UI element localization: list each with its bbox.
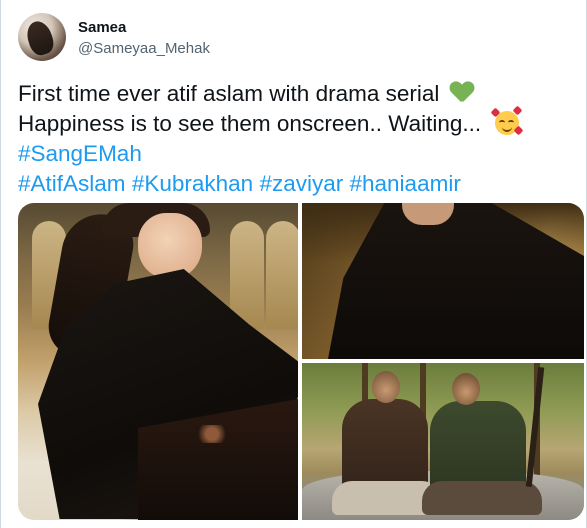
hashtag-kubrakhan[interactable]: #Kubrakhan — [132, 171, 253, 196]
author-avatar[interactable] — [18, 13, 66, 61]
card-border-left — [0, 0, 1, 528]
hashtag-sangemah[interactable]: #SangEMah — [18, 141, 142, 166]
author-display-name[interactable]: Samea — [78, 19, 126, 36]
tweet-line-4: #AtifAslam #Kubrakhan #zaviyar #haniaami… — [18, 169, 573, 199]
media-photo-3[interactable] — [302, 363, 584, 520]
tweet-text-line-1: First time ever atif aslam with drama se… — [18, 81, 440, 106]
green-heart-icon — [450, 82, 474, 104]
tweet-line-3: #SangEMah — [18, 139, 573, 169]
tweet-line-1: First time ever atif aslam with drama se… — [18, 79, 573, 109]
smiling-face-with-hearts-icon — [490, 105, 524, 136]
media-photo-2[interactable] — [302, 203, 584, 359]
avatar-hair-shape — [23, 18, 57, 58]
tweet-media-grid — [18, 203, 584, 520]
hashtag-atifaslam[interactable]: #AtifAslam — [18, 171, 126, 196]
tweet-text-line-2: Happiness is to see them onscreen.. Wait… — [18, 111, 482, 136]
author-handle[interactable]: @Sameyaa_Mehak — [78, 40, 210, 57]
hashtag-haniaamir[interactable]: #haniaamir — [350, 171, 461, 196]
media-photo-1[interactable] — [18, 203, 298, 520]
hashtag-zaviyar[interactable]: #zaviyar — [259, 171, 343, 196]
tweet-text: First time ever atif aslam with drama se… — [18, 79, 573, 199]
tweet-line-2: Happiness is to see them onscreen.. Wait… — [18, 105, 573, 139]
